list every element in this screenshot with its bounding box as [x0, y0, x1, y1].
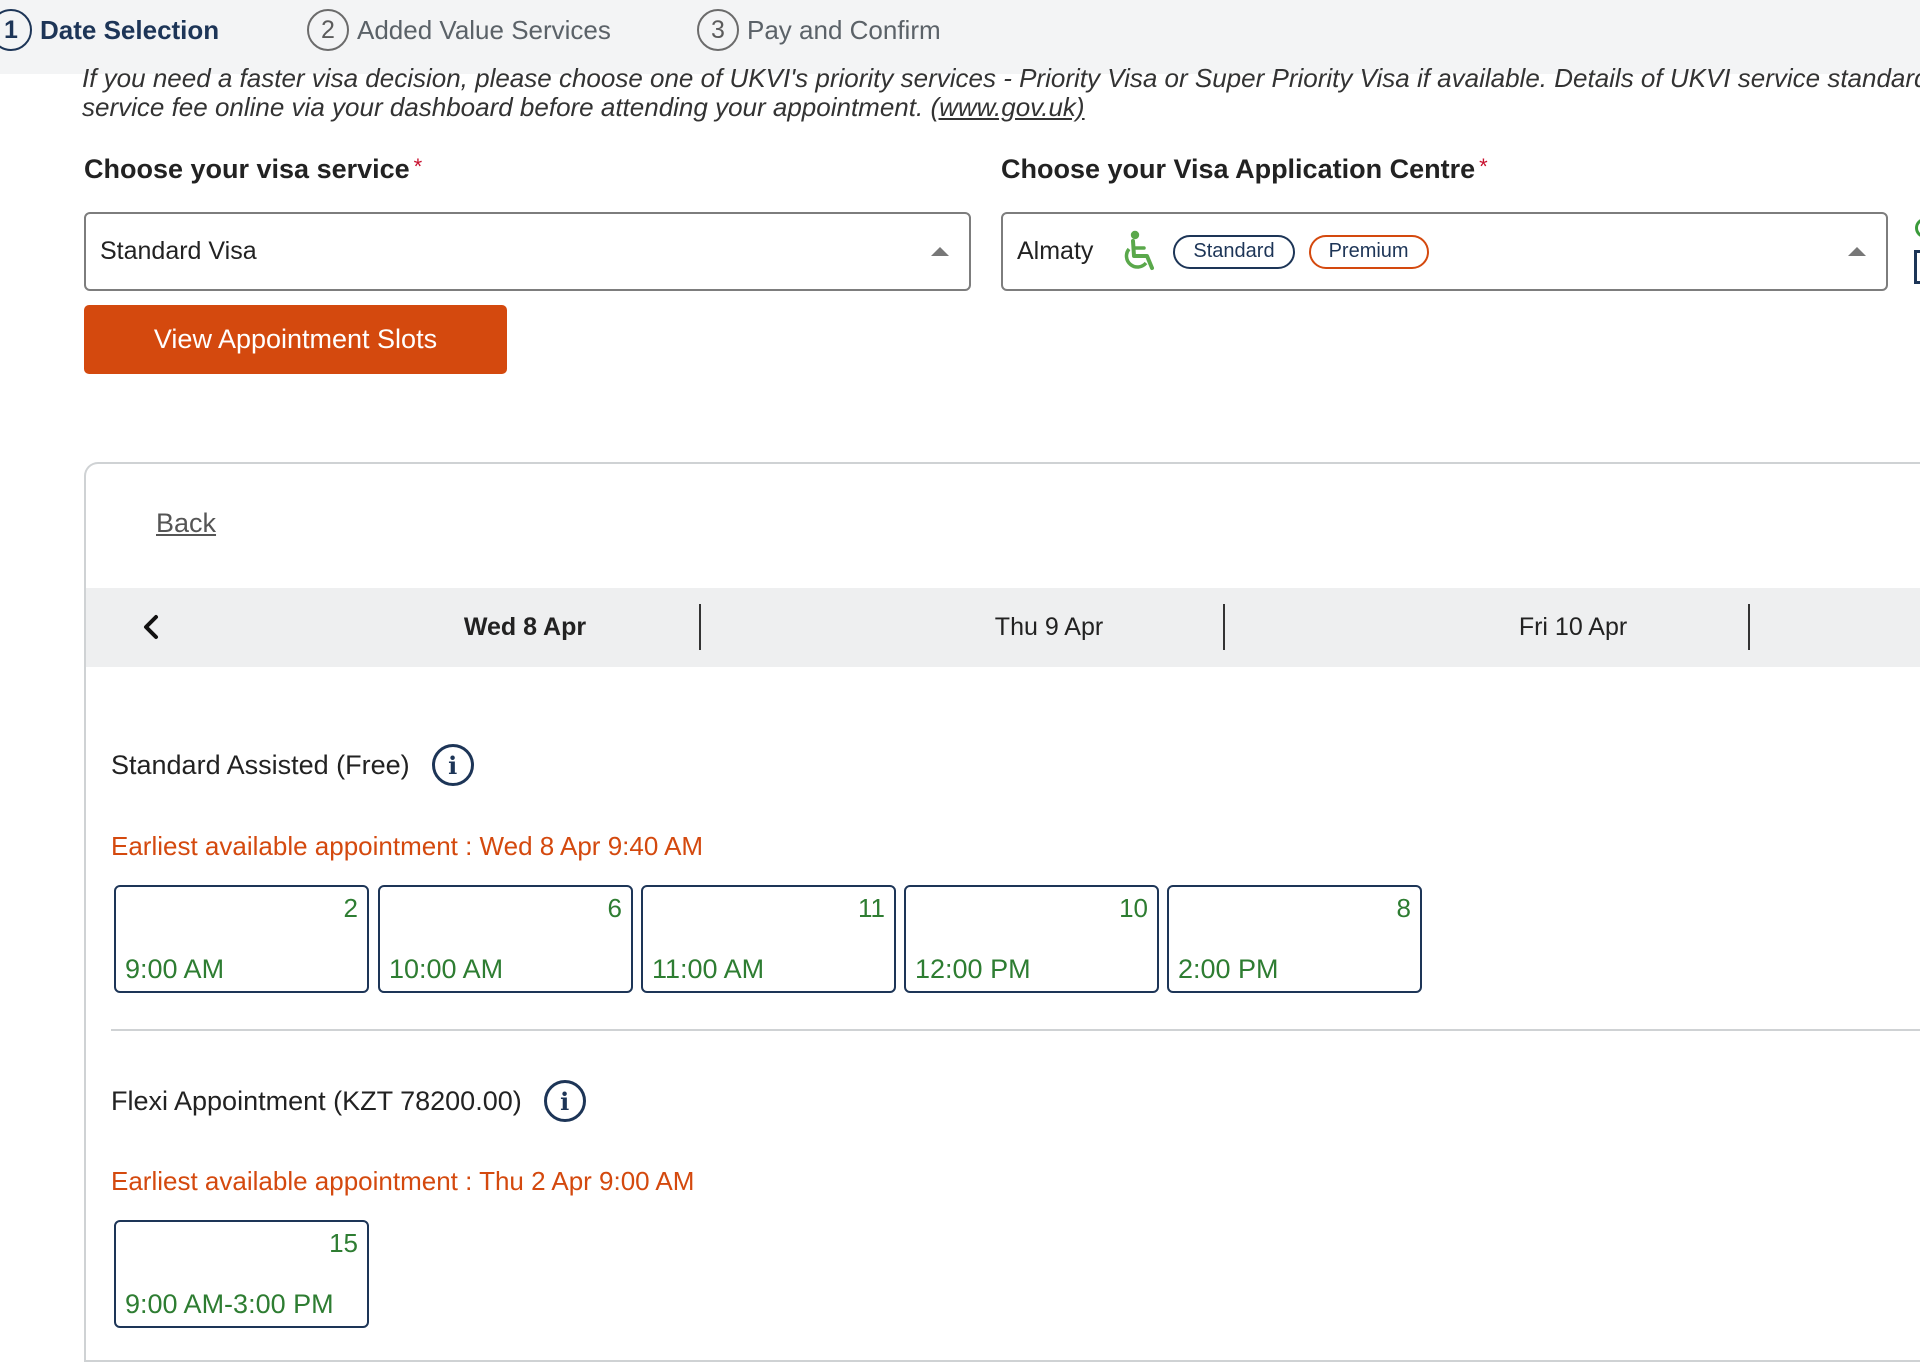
- edge-indicator: [1915, 218, 1920, 238]
- priority-service-note: If you need a faster visa decision, plea…: [82, 64, 1920, 122]
- intro-line-2-text: service fee online via your dashboard be…: [82, 92, 924, 122]
- date-divider: [1223, 604, 1225, 650]
- visa-service-select[interactable]: Standard Visa: [84, 212, 971, 291]
- time-slot[interactable]: 10 12:00 PM: [904, 885, 1159, 993]
- date-navigation: Wed 8 Apr Thu 9 Apr Fri 10 Apr: [86, 588, 1920, 667]
- visa-service-label: Choose your visa service *: [84, 154, 422, 185]
- date-tab-thu-9-apr[interactable]: Thu 9 Apr: [788, 588, 1310, 667]
- step-number: 3: [697, 9, 739, 51]
- visa-centre-value: Almaty: [1017, 237, 1094, 265]
- time-slot[interactable]: 11 11:00 AM: [641, 885, 896, 993]
- visa-centre-select[interactable]: Almaty Standard Premium: [1001, 212, 1888, 291]
- progress-stepper: 1 Date Selection 2 Added Value Services …: [0, 0, 1920, 74]
- time-slot[interactable]: 6 10:00 AM: [378, 885, 633, 993]
- premium-badge: Premium: [1308, 234, 1429, 269]
- step-number: 1: [0, 9, 32, 51]
- wheelchair-icon: [1119, 230, 1159, 274]
- slot-count: 11: [858, 893, 885, 923]
- slot-time: 10:00 AM: [389, 954, 504, 984]
- slot-time: 11:00 AM: [652, 954, 765, 984]
- slot-time: 2:00 PM: [1178, 954, 1279, 984]
- required-mark: *: [413, 154, 423, 179]
- step-label: Added Value Services: [357, 14, 611, 45]
- time-slot[interactable]: 8 2:00 PM: [1167, 885, 1422, 993]
- date-divider: [699, 604, 701, 650]
- section-title-text: Flexi Appointment (KZT 78200.00): [111, 1085, 522, 1116]
- step-number: 2: [307, 9, 349, 51]
- step-added-value-services[interactable]: 2 Added Value Services: [307, 9, 611, 51]
- back-link[interactable]: Back: [156, 508, 216, 539]
- section-title-text: Standard Assisted (Free): [111, 749, 410, 780]
- earliest-appointment-flexi: Earliest available appointment : Thu 2 A…: [111, 1166, 695, 1196]
- step-label: Date Selection: [40, 14, 220, 45]
- slot-count: 10: [1119, 893, 1148, 923]
- gov-uk-link[interactable]: (www.gov.uk): [930, 92, 1084, 122]
- visa-service-value: Standard Visa: [100, 237, 257, 265]
- time-slot[interactable]: 2 9:00 AM: [114, 885, 369, 993]
- section-divider: [111, 1029, 1920, 1031]
- view-appointment-slots-button[interactable]: View Appointment Slots: [84, 305, 507, 374]
- slot-count: 2: [343, 893, 358, 923]
- slot-count: 8: [1396, 893, 1411, 923]
- step-date-selection[interactable]: 1 Date Selection: [0, 9, 219, 51]
- step-label: Pay and Confirm: [747, 14, 941, 45]
- slot-count: 15: [329, 1228, 358, 1258]
- slot-time: 12:00 PM: [915, 954, 1031, 984]
- info-icon[interactable]: i: [543, 1080, 586, 1122]
- standard-assisted-title: Standard Assisted (Free) i: [111, 744, 474, 786]
- slot-count: 6: [607, 893, 622, 923]
- slot-time: 9:00 AM: [125, 954, 225, 984]
- slot-time: 9:00 AM-3:00 PM: [125, 1289, 334, 1319]
- intro-line-2: service fee online via your dashboard be…: [82, 93, 1920, 122]
- step-pay-and-confirm[interactable]: 3 Pay and Confirm: [697, 9, 941, 51]
- visa-centre-label-text: Choose your Visa Application Centre: [1001, 154, 1476, 184]
- standard-badge: Standard: [1173, 234, 1295, 269]
- date-tab-wed-8-apr[interactable]: Wed 8 Apr: [264, 588, 786, 667]
- chevron-left-icon[interactable]: [136, 612, 166, 642]
- visa-centre-label: Choose your Visa Application Centre *: [1001, 154, 1488, 185]
- info-icon[interactable]: i: [431, 744, 474, 786]
- caret-up-icon: [1848, 247, 1866, 256]
- earliest-appointment-standard: Earliest available appointment : Wed 8 A…: [111, 831, 704, 861]
- edge-checkbox[interactable]: [1914, 250, 1920, 284]
- caret-up-icon: [931, 247, 949, 256]
- flexi-appointment-title: Flexi Appointment (KZT 78200.00) i: [111, 1080, 586, 1122]
- required-mark: *: [1479, 154, 1488, 179]
- date-tab-fri-10-apr[interactable]: Fri 10 Apr: [1312, 588, 1834, 667]
- intro-line-1: If you need a faster visa decision, plea…: [82, 64, 1920, 93]
- date-divider: [1748, 604, 1750, 650]
- visa-service-label-text: Choose your visa service: [84, 154, 410, 184]
- time-slot[interactable]: 15 9:00 AM-3:00 PM: [114, 1220, 369, 1328]
